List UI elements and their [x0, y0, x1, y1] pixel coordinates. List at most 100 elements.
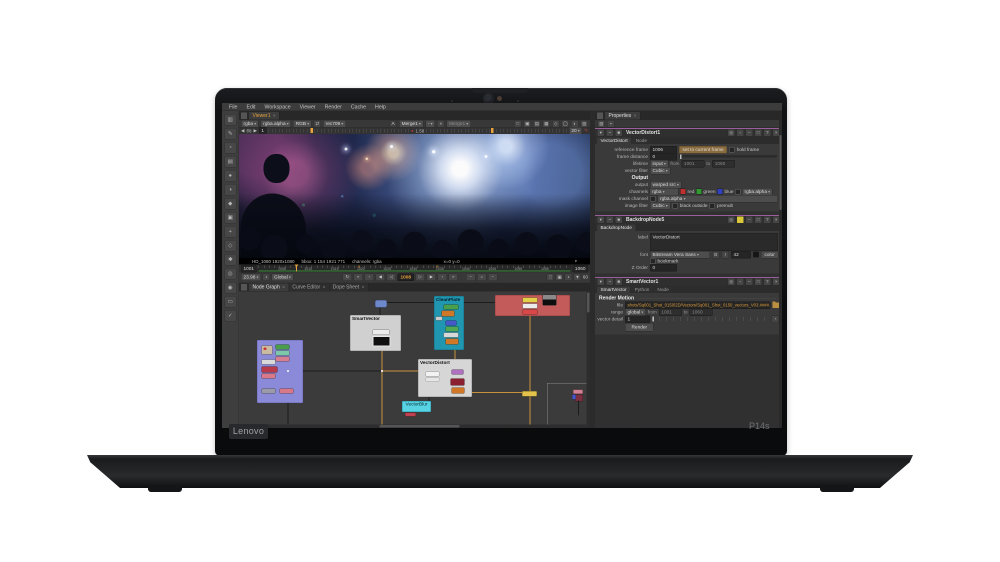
- image-filter-select[interactable]: Cubic: [650, 201, 671, 210]
- toolbar-toolsets-icon[interactable]: ✓: [224, 310, 237, 322]
- green-channel-checkbox[interactable]: [695, 188, 702, 195]
- input-b-select[interactable]: -: [425, 119, 436, 128]
- step-back-button[interactable]: ◁: [386, 273, 397, 281]
- font-select[interactable]: Bitstream Vera Sans: [650, 250, 710, 259]
- minimize-icon[interactable]: –: [745, 278, 753, 286]
- pane-menu-icon[interactable]: [240, 283, 248, 291]
- toolbar-merge-icon[interactable]: ▣: [224, 212, 237, 224]
- font-color-swatch[interactable]: [753, 251, 759, 258]
- tab-smartvector[interactable]: SmartVector: [597, 286, 631, 293]
- vector-detail-slider[interactable]: [652, 316, 768, 322]
- toolbar-image-icon[interactable]: ▥: [224, 114, 237, 126]
- node[interactable]: [445, 326, 459, 332]
- maximize-icon[interactable]: □: [754, 216, 762, 224]
- node[interactable]: [445, 338, 459, 345]
- minimize-icon[interactable]: –: [745, 129, 753, 137]
- node[interactable]: [425, 377, 440, 382]
- node[interactable]: [542, 294, 557, 306]
- range-from-field[interactable]: 1001: [658, 308, 682, 316]
- menu-help[interactable]: Help: [375, 104, 386, 110]
- frame-inc-button[interactable]: −: [488, 273, 498, 281]
- node[interactable]: [275, 356, 290, 362]
- hide-input-icon[interactable]: ▾: [597, 216, 605, 224]
- node[interactable]: [261, 359, 276, 365]
- italic-button[interactable]: I: [721, 250, 729, 259]
- tab-curve-editor[interactable]: Curve Editor ×: [288, 283, 330, 291]
- node-graph-hscrollbar[interactable]: [239, 424, 590, 428]
- range-end-field[interactable]: 1060: [572, 264, 588, 273]
- swap-icon[interactable]: ⇄: [313, 119, 322, 128]
- node[interactable]: [435, 316, 443, 321]
- wipe-select[interactable]: Merge1: [446, 119, 471, 128]
- gain-slider[interactable]: [268, 128, 410, 133]
- sync-icon[interactable]: ▣: [555, 273, 564, 281]
- help-icon[interactable]: ?: [763, 216, 771, 224]
- gamma-slider-handle[interactable]: [490, 128, 494, 133]
- node[interactable]: [522, 309, 538, 315]
- loop-mode-button[interactable]: ↻: [342, 273, 353, 281]
- tab-python[interactable]: Python: [631, 286, 653, 293]
- close-icon[interactable]: ×: [273, 112, 276, 120]
- backdrop-cleanplate[interactable]: CleanPlate: [434, 296, 464, 350]
- red-channel-checkbox[interactable]: [680, 188, 686, 195]
- slider-handle[interactable]: [652, 316, 654, 322]
- node-vectorblur[interactable]: VectorBlur: [402, 401, 431, 412]
- menu-viewer[interactable]: Viewer: [300, 104, 316, 110]
- node[interactable]: [445, 320, 457, 326]
- frame-distance-slider[interactable]: [679, 154, 777, 159]
- node[interactable]: [522, 297, 538, 303]
- font-size-field[interactable]: 42: [731, 250, 751, 259]
- backdrop-smartvector[interactable]: SmartVector: [350, 315, 401, 351]
- tab-vectordistort[interactable]: VectorDistort: [597, 137, 632, 144]
- maximize-icon[interactable]: □: [754, 129, 762, 137]
- prev-keyframe-button[interactable]: ‹: [364, 273, 375, 281]
- gamma-slider[interactable]: [426, 128, 567, 133]
- input-a-select[interactable]: Merge1: [399, 119, 424, 128]
- premult-checkbox[interactable]: [709, 202, 715, 209]
- node[interactable]: [372, 336, 391, 347]
- backdrop-label-textarea[interactable]: [650, 233, 778, 251]
- lifetime-to-field[interactable]: 1060: [712, 159, 736, 168]
- next-keyframe-button[interactable]: ›: [437, 273, 448, 281]
- viewer-split-icon[interactable]: □: [514, 119, 522, 128]
- node[interactable]: [443, 332, 459, 338]
- viewer-zebra-icon[interactable]: ▤: [533, 119, 541, 128]
- frame-dec-button[interactable]: −: [466, 273, 476, 281]
- step-forward-button[interactable]: ▷: [415, 273, 426, 281]
- gain-slider-handle[interactable]: [310, 128, 314, 133]
- node[interactable]: [261, 388, 276, 394]
- tab-node[interactable]: Node: [632, 137, 651, 144]
- node-swatch-icon[interactable]: [736, 216, 744, 224]
- range-mode-select[interactable]: Global: [271, 273, 294, 281]
- node[interactable]: [573, 389, 583, 394]
- frame-range-button[interactable]: =: [477, 273, 487, 281]
- node[interactable]: [405, 412, 416, 417]
- tab-node-graph[interactable]: Node Graph ×: [249, 283, 289, 292]
- node[interactable]: [261, 373, 276, 379]
- menu-cache[interactable]: Cache: [351, 104, 366, 110]
- range-start-field[interactable]: 1001: [241, 264, 257, 273]
- render-button[interactable]: Render: [625, 322, 654, 332]
- vector-filter-select[interactable]: Cubic: [650, 166, 671, 175]
- range-to-field[interactable]: 1060: [689, 308, 713, 316]
- hide-input-icon[interactable]: ▾: [597, 278, 605, 286]
- node[interactable]: [450, 378, 465, 386]
- toolbar-views-icon[interactable]: ◉: [224, 282, 237, 294]
- animation-menu-icon[interactable]: ◔: [771, 315, 779, 323]
- node-color-icon[interactable]: ■: [615, 216, 623, 224]
- toolbar-deep-icon[interactable]: ◎: [224, 268, 237, 280]
- range-lock-icon[interactable]: ▪: [262, 273, 271, 281]
- toolbar-channel-icon[interactable]: ▤: [224, 156, 237, 168]
- close-icon[interactable]: ×: [282, 284, 285, 292]
- goto-end-button[interactable]: »: [448, 273, 459, 281]
- mask-channel-select[interactable]: rgba.alpha: [657, 194, 778, 203]
- status-expand-icon[interactable]: ▾: [575, 259, 577, 265]
- node[interactable]: [575, 394, 583, 402]
- maximize-icon[interactable]: □: [754, 278, 762, 286]
- pause-dot-icon[interactable]: ●: [411, 129, 413, 134]
- display-channel-select[interactable]: RGB: [293, 119, 312, 128]
- close-icon[interactable]: ×: [362, 284, 365, 292]
- node[interactable]: [522, 303, 538, 309]
- center-node-icon[interactable]: ◎: [727, 129, 735, 137]
- toolbar-3d-icon[interactable]: ◇: [224, 240, 237, 252]
